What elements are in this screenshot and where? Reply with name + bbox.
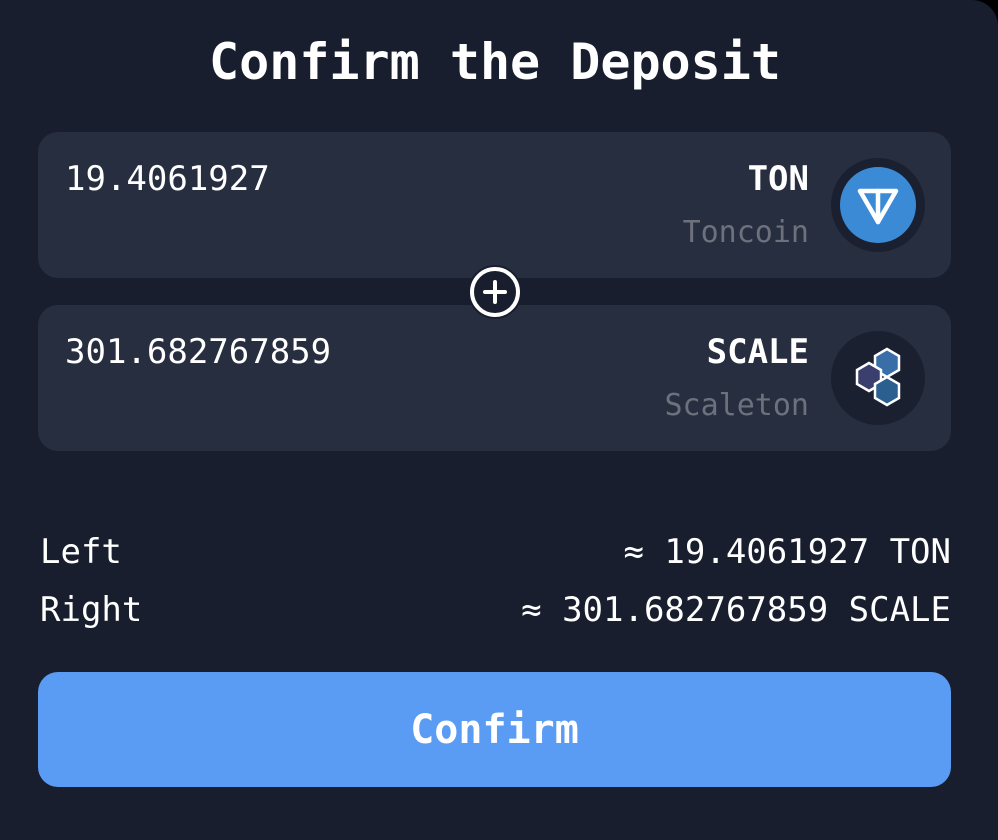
summary-value-left: ≈ 19.4061927 TON: [623, 532, 951, 572]
modal-title: Confirm the Deposit: [209, 33, 781, 91]
summary-row-right: Right ≈ 301.682767859 SCALE: [38, 587, 951, 633]
token-card-ton: 19.4061927 TON Toncoin: [38, 132, 951, 278]
token-amount: 19.4061927: [65, 159, 270, 199]
token-symbol: TON: [747, 159, 809, 199]
token-name: Toncoin: [682, 215, 809, 250]
summary-label-left: Left: [40, 532, 122, 572]
confirm-button[interactable]: Confirm: [38, 672, 951, 787]
ton-icon: [831, 158, 925, 252]
summary-row-left: Left ≈ 19.4061927 TON: [38, 529, 951, 575]
token-card-scale: 301.682767859 SCALE Scaleton: [38, 305, 951, 451]
scaleton-icon: [831, 331, 925, 425]
summary-value-right: ≈ 301.682767859 SCALE: [521, 590, 951, 630]
token-symbol: SCALE: [706, 332, 809, 372]
confirm-deposit-modal: Confirm the Deposit 19.4061927 TON Tonco…: [0, 0, 998, 840]
plus-circle-icon: [468, 265, 522, 319]
summary-label-right: Right: [40, 590, 143, 630]
token-amount: 301.682767859: [65, 332, 332, 372]
token-name: Scaleton: [664, 388, 810, 423]
